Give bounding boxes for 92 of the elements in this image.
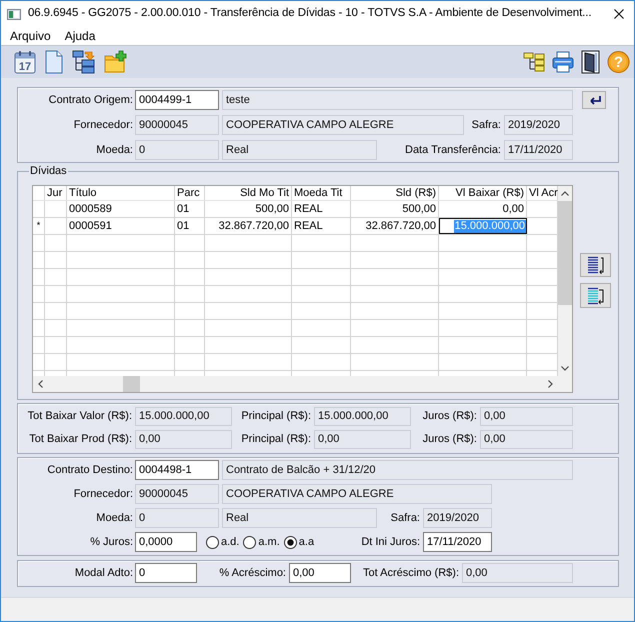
table-cell: REAL — [292, 218, 351, 234]
list-action-button[interactable] — [580, 283, 611, 308]
field-label: Fornecedor: — [74, 486, 133, 502]
readonly-field: COOPERATIVA CAMPO ALEGRE — [222, 115, 464, 135]
readonly-field: 0 — [135, 140, 219, 160]
table-row[interactable]: 0000589 01 500,00 REAL 500,00 0,00 — [33, 201, 558, 218]
lines-bracket-icon — [586, 286, 604, 304]
app-icon — [7, 8, 21, 20]
field-label: Moeda: — [96, 142, 133, 158]
chevron-right-icon[interactable] — [548, 380, 553, 388]
field-label: Safra: — [390, 510, 420, 526]
calendar-icon[interactable]: 17 — [14, 50, 36, 74]
readonly-field: 17/11/2020 — [504, 140, 573, 160]
field-label: Principal (R$): — [241, 409, 311, 424]
input-field[interactable]: 17/11/2020 — [423, 532, 492, 552]
radio-option[interactable]: a.m. — [243, 534, 280, 550]
menu-item[interactable]: Ajuda — [64, 27, 96, 45]
table-cell: 0000591 — [67, 218, 175, 234]
enter-button[interactable] — [582, 91, 606, 109]
group-title: Dívidas — [29, 165, 68, 178]
radio-option[interactable]: a.d. — [206, 534, 240, 550]
readonly-field: 0 — [135, 508, 219, 528]
readonly-field: 2019/2020 — [504, 115, 573, 135]
folder-plus-icon[interactable] — [104, 50, 127, 74]
column-header[interactable]: Jur — [45, 186, 67, 200]
document-icon[interactable] — [45, 50, 63, 74]
input-field[interactable]: 0004498-1 — [135, 460, 219, 480]
readonly-field: 15.000.000,00 — [135, 407, 232, 426]
readonly-field: 0,00 — [135, 430, 232, 449]
readonly-field: Real — [222, 140, 377, 160]
lines-arrow-icon — [586, 256, 604, 274]
chevron-down-icon[interactable] — [561, 366, 569, 371]
table-cell: 500,00 — [205, 201, 292, 217]
column-header[interactable]: Parc — [175, 186, 205, 200]
field-label: Tot Baixar Prod (R$): — [29, 432, 132, 448]
input-field[interactable]: 0004499-1 — [135, 90, 219, 110]
field-label: % Acréscimo: — [219, 566, 286, 581]
field-label: Fornecedor: — [74, 118, 133, 133]
hierarchy-icon[interactable] — [72, 50, 95, 74]
readonly-field: 15.000.000,00 — [314, 407, 411, 426]
input-field[interactable]: 0,0000 — [135, 532, 197, 552]
chevron-left-icon[interactable] — [38, 380, 43, 388]
table-cell: 01 — [175, 201, 205, 217]
field-label: Contrato Destino: — [47, 462, 133, 478]
readonly-field: 90000045 — [135, 484, 219, 504]
field-label: Juros (R$): — [422, 409, 477, 424]
readonly-field: 0,00 — [480, 430, 573, 449]
list-action-button[interactable] — [580, 253, 611, 277]
radio-option[interactable]: a.a — [284, 534, 314, 550]
door-icon[interactable] — [581, 50, 600, 74]
field-label: Tot Baixar Valor (R$): — [28, 409, 132, 424]
field-label: Juros (R$): — [422, 432, 477, 448]
table-cell: 32.867.720,00 — [205, 218, 292, 234]
readonly-field: 0,00 — [480, 407, 573, 426]
field-label: Data Transferência: — [405, 142, 501, 158]
field-label: Tot Acréscimo (R$): — [363, 566, 459, 581]
field-label: Moeda: — [96, 510, 133, 526]
input-field[interactable]: 0,00 — [289, 563, 351, 583]
readonly-field: COOPERATIVA CAMPO ALEGRE — [222, 484, 492, 504]
readonly-field: Contrato de Balcão + 31/12/20 — [222, 460, 573, 480]
field-label: Contrato Origem: — [48, 92, 133, 108]
readonly-field: 90000045 — [135, 115, 219, 135]
field-label: % Juros: — [90, 534, 133, 550]
table-cell: 0,00 — [439, 201, 527, 217]
table-cell: 0000589 — [67, 201, 175, 217]
column-header[interactable]: Sld Mo Tit — [205, 186, 292, 200]
table-row[interactable]: * 0000591 01 32.867.720,00 REAL 32.867.720,00 15.000.000,00 — [33, 218, 558, 235]
menu-item[interactable]: Arquivo — [10, 27, 51, 45]
readonly-field: Real — [222, 508, 377, 528]
column-header[interactable]: Sld (R$) — [351, 186, 439, 200]
field-label: Modal Adto: — [74, 566, 133, 581]
field-label: Principal (R$): — [241, 432, 311, 448]
table-cell: REAL — [292, 201, 351, 217]
table-cell: 500,00 — [351, 201, 439, 217]
printer-icon[interactable] — [552, 50, 574, 74]
readonly-field: 0,00 — [314, 430, 411, 449]
field-label: Safra: — [472, 118, 501, 133]
readonly-field: teste — [222, 90, 573, 110]
column-header[interactable]: Moeda Tit — [292, 186, 351, 200]
scrollbar-thumb[interactable] — [123, 376, 140, 392]
field-label: Dt Ini Juros: — [361, 534, 420, 550]
readonly-field: 0,00 — [462, 563, 573, 583]
table-cell: 01 — [175, 218, 205, 234]
scrollbar-thumb[interactable] — [558, 201, 572, 305]
column-header[interactable]: Título — [67, 186, 175, 200]
window-title: 06.9.6945 - GG2075 - 2.00.00.010 - Transferência de Dívidas - 10 - TOTVS S.A - Ambiente de Desenvolviment... — [28, 6, 592, 22]
tree-structure-icon[interactable] — [523, 50, 545, 74]
readonly-field: 2019/2020 — [423, 508, 492, 528]
column-header[interactable]: Vl Baixar (R$) — [439, 186, 527, 200]
chevron-up-icon[interactable] — [561, 191, 569, 196]
input-field[interactable]: 0 — [135, 563, 197, 583]
close-icon[interactable] — [614, 9, 624, 19]
